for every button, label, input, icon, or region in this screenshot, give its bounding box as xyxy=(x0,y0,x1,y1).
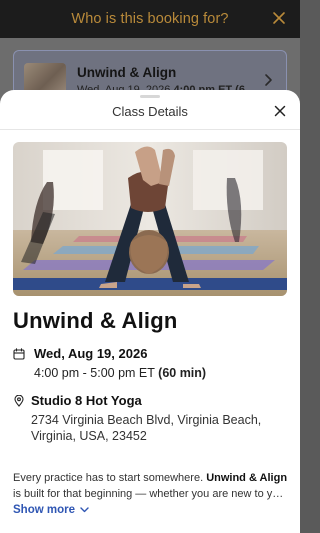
chevron-down-icon xyxy=(80,504,89,516)
show-more-link[interactable]: Show more xyxy=(13,504,89,516)
sheet-drag-handle[interactable] xyxy=(140,95,160,98)
description-intro: Every practice has to start somewhere. xyxy=(13,472,207,484)
close-icon[interactable] xyxy=(272,11,286,25)
show-more-label: Show more xyxy=(13,504,75,516)
class-hero-image xyxy=(13,142,287,296)
sheet-title: Class Details xyxy=(112,104,188,119)
booking-header-title: Who is this booking for? xyxy=(71,11,229,27)
class-date: Wed, Aug 19, 2026 xyxy=(34,346,148,361)
booking-header: Who is this booking for? xyxy=(0,0,300,38)
booking-class-title: Unwind & Align xyxy=(77,65,177,80)
studio-name: Studio 8 Hot Yoga xyxy=(31,393,142,408)
class-title: Unwind & Align xyxy=(13,308,178,333)
class-time: 4:00 pm - 5:00 pm ET (60 min) xyxy=(34,366,206,380)
description-line-2: is built for that beginning — whether yo… xyxy=(13,488,289,500)
class-duration: (60 min) xyxy=(158,366,207,380)
description-class-name: Unwind & Align xyxy=(206,472,288,484)
class-time-range: 4:00 pm - 5:00 pm ET xyxy=(34,366,155,380)
class-description: Every practice has to start somewhere. U… xyxy=(13,470,289,502)
description-line-1: Every practice has to start somewhere. U… xyxy=(13,470,289,486)
class-details-sheet: Class Details Unwind & Align Wed, Aug 19… xyxy=(0,90,300,533)
studio-address: 2734 Virginia Beach Blvd, Virginia Beach… xyxy=(31,413,262,443)
location-pin-icon xyxy=(13,394,25,407)
sheet-header: Class Details xyxy=(0,90,300,130)
chevron-right-icon xyxy=(264,73,274,87)
calendar-icon xyxy=(13,347,25,360)
close-icon[interactable] xyxy=(274,104,286,117)
